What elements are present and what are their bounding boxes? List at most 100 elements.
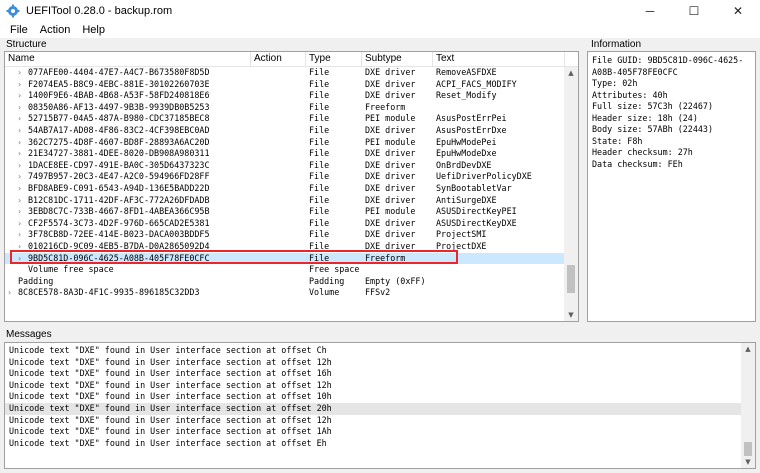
tree-row[interactable]: › 010216CD-9C09-4EB5-B7DA-D0A2865092D4 Fil… xyxy=(5,241,565,253)
tree-cell-subtype: DXE driver xyxy=(365,124,416,135)
minimize-button[interactable]: ─ xyxy=(628,0,672,22)
expand-chevron-icon[interactable]: › xyxy=(18,229,28,241)
expand-chevron-icon[interactable]: › xyxy=(18,67,28,79)
messages-scroll-down-arrow[interactable]: ▼ xyxy=(741,456,755,468)
messages-scrollbar[interactable]: ▲ ▼ xyxy=(741,343,755,468)
messages-list[interactable]: Unicode text "DXE" found in User interfa… xyxy=(4,342,756,469)
tree-row[interactable]: › 1DACE8EE-CD97-491E-BA0C-305D6437323C Fil… xyxy=(5,160,565,172)
tree-item-name: 3F78CB8D-72EE-414E-B023-DACA003BDDF5 xyxy=(28,229,210,240)
scroll-down-arrow[interactable]: ▼ xyxy=(564,309,578,321)
expand-chevron-icon[interactable]: › xyxy=(18,148,28,160)
tree-row[interactable]: › CF2F5574-3C73-4D2F-976D-665CAD2E5381 Fil… xyxy=(5,218,565,230)
tree-row[interactable]: › 7497B957-20C3-4E47-A2C0-594966FD28FF Fil… xyxy=(5,171,565,183)
tree-row[interactable]: Padding Padding Empty (0xFF) xyxy=(5,276,565,288)
expand-chevron-icon[interactable]: › xyxy=(18,137,28,149)
column-header-action[interactable]: Action xyxy=(251,52,306,66)
tree-row[interactable]: › F2074EA5-B8C9-4EBC-881E-30102260703E Fil… xyxy=(5,79,565,91)
tree-cell-type: File xyxy=(309,136,330,147)
structure-tree[interactable]: Name Action Type Subtype Text › 077AFE00-… xyxy=(4,51,579,322)
column-header-text[interactable]: Text xyxy=(433,52,565,66)
tree-cell-name: › 9BD5C81D-096C-4625-A08B-405F78FE0CFC xyxy=(5,253,251,265)
expand-chevron-icon[interactable]: › xyxy=(18,113,28,125)
expand-chevron-icon[interactable]: › xyxy=(18,102,28,114)
expand-chevron-icon[interactable]: › xyxy=(18,241,28,253)
scroll-up-arrow[interactable]: ▲ xyxy=(564,67,578,79)
tree-item-name: 52715B77-04A5-487A-B980-CDC37185BEC8 xyxy=(28,113,210,124)
message-item[interactable]: Unicode text "DXE" found in User interfa… xyxy=(5,380,741,392)
info-line: Data checksum: FEh xyxy=(592,158,683,169)
tree-cell-action xyxy=(251,264,306,276)
expand-chevron-icon[interactable]: › xyxy=(18,160,28,172)
tree-row[interactable]: › BFD8ABE9-C091-6543-A94D-136E5BADD22D Fil… xyxy=(5,183,565,195)
messages-scroll-up-arrow[interactable]: ▲ xyxy=(741,343,755,355)
tree-row[interactable]: › 3F78CB8D-72EE-414E-B023-DACA003BDDF5 Fil… xyxy=(5,229,565,241)
tree-row[interactable]: › 077AFE00-4404-47E7-A4C7-B673580F8D5D Fil… xyxy=(5,67,565,79)
tree-cell-subtype: DXE driver xyxy=(365,194,416,205)
expand-chevron-icon[interactable]: › xyxy=(18,171,28,183)
message-item[interactable]: Unicode text "DXE" found in User interfa… xyxy=(5,345,741,357)
tree-row[interactable]: › 1400F9E6-4BAB-4B68-A53F-58FD240818E6 Fil… xyxy=(5,90,565,102)
tree-cell-type: File xyxy=(309,206,330,217)
tree-row[interactable]: › 3EBD8C7C-733B-4667-8FD1-4ABEA366C95B Fil… xyxy=(5,206,565,218)
tree-row[interactable]: › 52715B77-04A5-487A-B980-CDC37185BEC8 Fil… xyxy=(5,113,565,125)
tree-item-name: 1400F9E6-4BAB-4B68-A53F-58FD240818E6 xyxy=(28,90,210,101)
tree-cell-action xyxy=(251,113,306,125)
tree-item-name: 9BD5C81D-096C-4625-A08B-405F78FE0CFC xyxy=(28,252,210,263)
message-item[interactable]: Unicode text "DXE" found in User interfa… xyxy=(5,368,741,380)
structure-scroll-thumb[interactable] xyxy=(567,264,575,293)
tree-cell-subtype: DXE driver xyxy=(365,217,416,228)
structure-scrollbar[interactable]: ▲ ▼ xyxy=(564,67,578,321)
column-header-name[interactable]: Name xyxy=(5,52,251,66)
tree-row[interactable]: Volume free space Free space xyxy=(5,264,565,276)
info-line: State: F8h xyxy=(592,135,643,146)
tree-item-name: 21E34727-3881-4DEE-8020-DB908A980311 xyxy=(28,148,210,159)
tree-row[interactable]: › 08350A86-AF13-4497-9B3B-9939DB0B5253 Fil… xyxy=(5,102,565,114)
tree-cell-text: UefiDriverPolicyDXE xyxy=(436,171,532,182)
tree-cell-type: Free space xyxy=(309,264,360,275)
tree-row[interactable]: › 21E34727-3881-4DEE-8020-DB908A980311 Fil… xyxy=(5,148,565,160)
tree-cell-type: File xyxy=(309,240,330,251)
menu-help[interactable]: Help xyxy=(76,24,111,36)
structure-header: Name Action Type Subtype Text xyxy=(5,52,578,67)
expand-chevron-icon[interactable]: › xyxy=(18,183,28,195)
messages-scroll-thumb[interactable] xyxy=(744,442,752,456)
expand-chevron-icon[interactable]: › xyxy=(18,90,28,102)
tree-cell-action xyxy=(251,253,306,265)
message-item[interactable]: Unicode text "DXE" found in User interfa… xyxy=(5,357,741,369)
tree-cell-action xyxy=(251,67,306,79)
message-item[interactable]: Unicode text "DXE" found in User interfa… xyxy=(5,402,741,415)
tree-row[interactable]: › 8C8CE578-8A3D-4F1C-9935-896185C32DD3 Vol… xyxy=(5,287,565,299)
expand-chevron-icon[interactable]: › xyxy=(18,125,28,137)
tree-cell-type: File xyxy=(309,90,330,101)
tree-cell-action xyxy=(251,183,306,195)
column-header-type[interactable]: Type xyxy=(306,52,362,66)
info-line: A08B-405F78FE0CFC xyxy=(592,66,678,77)
expand-chevron-icon[interactable]: › xyxy=(18,218,28,230)
expand-chevron-icon[interactable]: › xyxy=(18,253,28,265)
tree-row[interactable]: › 54AB7A17-AD08-4F86-83C2-4CF398EBC0AD Fil… xyxy=(5,125,565,137)
message-item[interactable]: Unicode text "DXE" found in User interfa… xyxy=(5,391,741,403)
structure-label: Structure xyxy=(6,39,47,50)
message-item[interactable]: Unicode text "DXE" found in User interfa… xyxy=(5,415,741,427)
tree-cell-action xyxy=(251,206,306,218)
menu-file[interactable]: File xyxy=(4,24,34,36)
tree-row[interactable]: › 362C7275-4D8F-4607-BD8F-28893A6AC20D Fil… xyxy=(5,137,565,149)
expand-chevron-icon[interactable]: › xyxy=(8,287,18,299)
column-header-subtype[interactable]: Subtype xyxy=(362,52,433,66)
message-item[interactable]: Unicode text "DXE" found in User interfa… xyxy=(5,426,741,438)
expand-chevron-icon[interactable]: › xyxy=(18,79,28,91)
close-button[interactable]: ✕ xyxy=(716,0,760,22)
tree-cell-type: File xyxy=(309,148,330,159)
tree-row[interactable]: › 9BD5C81D-096C-4625-A08B-405F78FE0CFC Fil… xyxy=(5,252,565,265)
tree-cell-subtype xyxy=(362,264,433,276)
tree-cell-text: ACPI_FACS_MODIFY xyxy=(436,78,517,89)
expand-chevron-icon[interactable]: › xyxy=(18,206,28,218)
tree-row[interactable]: › B12C81DC-1711-42DF-AF3C-772A26DFDADB Fil… xyxy=(5,195,565,207)
maximize-button[interactable]: ☐ xyxy=(672,0,716,22)
expand-chevron-icon[interactable]: › xyxy=(18,195,28,207)
tree-cell-action xyxy=(251,160,306,172)
info-line: Attributes: 40h xyxy=(592,89,668,100)
tree-item-name: 362C7275-4D8F-4607-BD8F-28893A6AC20D xyxy=(28,136,210,147)
menu-action[interactable]: Action xyxy=(34,24,77,36)
message-item[interactable]: Unicode text "DXE" found in User interfa… xyxy=(5,438,741,450)
